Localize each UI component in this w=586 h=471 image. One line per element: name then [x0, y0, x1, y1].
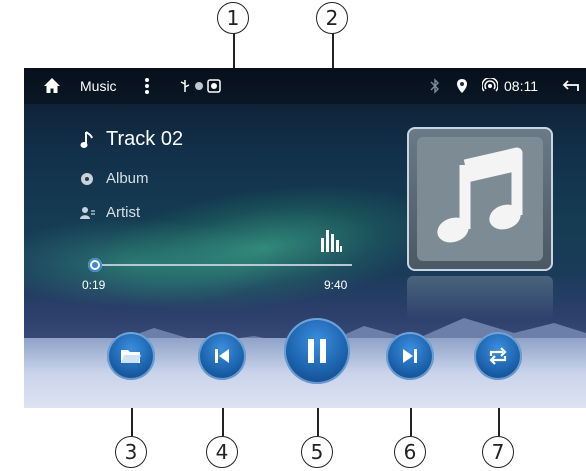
screen-record-icon: [207, 68, 221, 104]
repeat-icon: [489, 347, 507, 365]
home-icon[interactable]: [42, 68, 62, 104]
repeat-button[interactable]: [474, 332, 522, 380]
seek-bar-handle[interactable]: [88, 258, 102, 272]
bluetooth-icon: [430, 68, 440, 104]
location-icon: [456, 68, 468, 104]
clock: 08:11: [504, 78, 538, 94]
seek-bar[interactable]: [94, 264, 352, 266]
previous-button[interactable]: [198, 332, 246, 380]
album-name: Album: [106, 170, 149, 187]
callout-6: 6: [394, 436, 426, 468]
artist-row: Artist: [80, 204, 140, 221]
pause-icon: [308, 339, 326, 363]
app-title: Music: [80, 78, 117, 94]
status-dot-icon: [194, 68, 204, 104]
back-icon[interactable]: [562, 68, 580, 104]
play-pause-button[interactable]: [284, 318, 350, 384]
album-art-note-icon: [437, 147, 523, 243]
music-player-screen: Music 08:11 Track 02 Album Artist 0:19 9…: [24, 68, 586, 408]
album-disc-icon: [81, 172, 93, 185]
callout-1: 1: [217, 2, 249, 34]
artist-icon: [80, 206, 95, 219]
next-button[interactable]: [386, 332, 434, 380]
album-row: Album: [80, 170, 149, 187]
callout-7: 7: [482, 436, 514, 468]
artist-name: Artist: [106, 204, 141, 221]
callout-2: 2: [316, 2, 348, 34]
previous-icon: [215, 349, 229, 363]
total-time: 9:40: [324, 278, 348, 292]
elapsed-time: 0:19: [82, 278, 106, 292]
track-title-row: Track 02: [80, 128, 183, 151]
track-title: Track 02: [106, 128, 184, 150]
callout-5: 5: [301, 436, 333, 468]
music-note-icon: [80, 130, 93, 148]
usb-icon: [179, 68, 191, 104]
folder-button[interactable]: [107, 332, 155, 380]
more-vert-icon[interactable]: [144, 68, 150, 104]
album-art-reflection: [407, 276, 553, 320]
album-art: [407, 127, 553, 271]
callout-3: 3: [115, 436, 147, 468]
next-icon: [403, 349, 417, 363]
folder-icon: [121, 350, 141, 363]
equalizer-icon[interactable]: [321, 228, 343, 252]
status-bar: Music 08:11: [24, 68, 586, 104]
callout-4: 4: [206, 436, 238, 468]
signal-icon: [482, 68, 498, 104]
